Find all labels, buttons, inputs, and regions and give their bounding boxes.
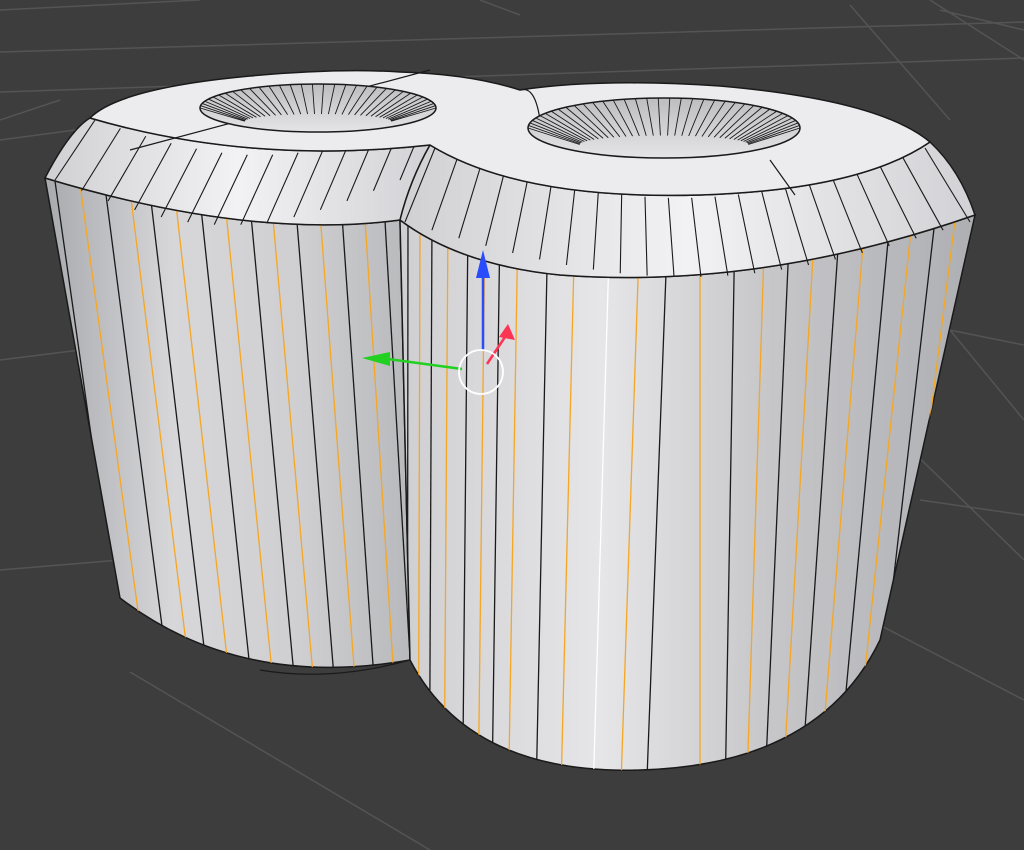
3d-viewport[interactable]	[0, 0, 1024, 850]
grid-line	[0, 21, 1024, 53]
grid-line	[0, 0, 201, 11]
grid-line	[869, 619, 1024, 701]
grid-line	[0, 559, 121, 571]
grid-line	[0, 99, 61, 121]
right-cylinder-body[interactable]	[399, 213, 977, 771]
grid-line	[129, 671, 431, 850]
mesh-edge	[406, 219, 409, 771]
grid-line	[479, 0, 521, 16]
viewport-canvas[interactable]	[0, 0, 1024, 850]
grid-line	[939, 9, 1024, 31]
grid-line	[849, 4, 951, 121]
grid-line	[0, 349, 81, 361]
left-cylinder-body[interactable]	[44, 176, 411, 669]
grid-line	[919, 499, 1024, 516]
left-hole[interactable]	[199, 83, 437, 133]
grid-line	[929, 0, 1024, 61]
right-hole[interactable]	[527, 97, 801, 159]
